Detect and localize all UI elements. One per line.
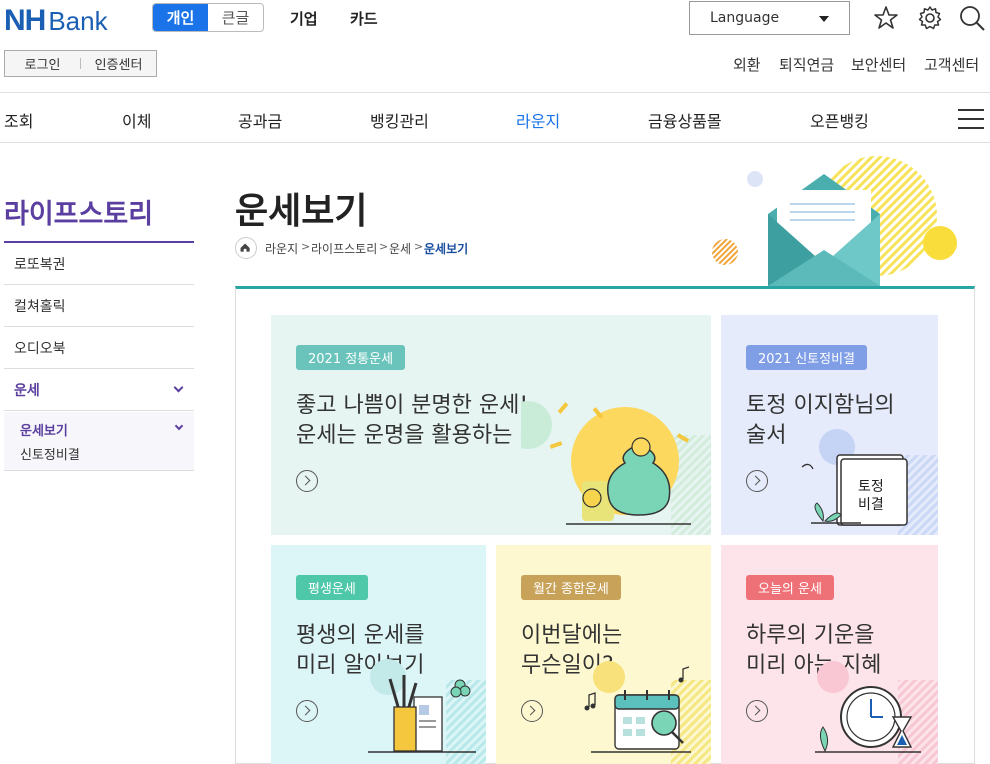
envelope-illustration <box>712 156 957 286</box>
language-select[interactable]: Language <box>689 1 850 35</box>
nav-inquiry[interactable]: 조회 <box>4 108 33 132</box>
sidebar-subitem-tojeong[interactable]: 신토정비결 <box>20 444 80 463</box>
sidebar-item-fortune[interactable]: 운세 <box>4 369 194 411</box>
login-button[interactable]: 로그인 <box>5 54 80 73</box>
sidebar-subitem-fortune-view[interactable]: 운세보기 <box>20 420 68 439</box>
book-title-line2: 비결 <box>858 497 884 513</box>
sidebar-submenu: 운세보기 신토정비결 <box>4 412 194 471</box>
sidebar-title: 라이프스토리 <box>4 199 154 230</box>
util-link-customer[interactable]: 고객센터 <box>924 54 979 75</box>
breadcrumb-separator: > <box>301 240 311 253</box>
card-tag: 2021 신토정비결 <box>746 345 868 370</box>
card-tag: 2021 정통운세 <box>296 345 406 370</box>
card-headline: 토정 이지함님의 <box>746 393 895 418</box>
language-label: Language <box>710 10 780 26</box>
breadcrumb-lounge[interactable]: 라운지 <box>265 240 298 257</box>
search-icon[interactable] <box>958 4 986 32</box>
arrow-right-icon[interactable] <box>296 470 318 492</box>
menu-icon[interactable] <box>958 109 984 129</box>
util-link-forex[interactable]: 외환 <box>733 54 761 75</box>
nav-products[interactable]: 금융상품몰 <box>648 108 722 132</box>
card-headline: 이번달에는 <box>521 623 623 648</box>
gear-icon[interactable] <box>916 4 944 32</box>
arrow-right-icon[interactable] <box>746 700 768 722</box>
cert-center-button[interactable]: 인증센터 <box>81 54 156 73</box>
card-headline: 하루의 기운을 <box>746 623 875 648</box>
card-today-fortune[interactable]: 오늘의 운세 하루의 기운을 미리 아는 지혜 <box>721 545 938 764</box>
nh-bank-logo[interactable]: NH Bank <box>4 4 108 38</box>
home-icon <box>240 243 250 252</box>
logo-nh-text: NH <box>4 4 46 37</box>
card-monthly-fortune[interactable]: 월간 종합운세 이번달에는 무슨일이? <box>496 545 711 764</box>
nav-open-banking[interactable]: 오픈뱅킹 <box>810 108 869 132</box>
card-headline: 좋고 나쁨이 분명한 운세! <box>296 393 529 418</box>
card-headline: 술서 <box>746 423 787 448</box>
card-headline: 운세는 운명을 활용하는 것 <box>296 423 540 448</box>
card-tag: 평생운세 <box>296 575 368 600</box>
card-tag: 오늘의 운세 <box>746 575 834 600</box>
star-icon[interactable] <box>872 4 900 32</box>
pencil-cup-illustration <box>368 659 486 764</box>
page-title: 운세보기 <box>235 191 368 232</box>
chevron-down-icon[interactable] <box>174 421 184 431</box>
arrow-right-icon[interactable] <box>746 470 768 492</box>
sidebar-item-label: 오디오북 <box>14 340 66 357</box>
caret-down-icon <box>819 16 829 22</box>
book-title-line1: 토정 <box>858 479 884 495</box>
sidebar-item-lotto[interactable]: 로또복권 <box>4 243 194 285</box>
nav-banking-mgmt[interactable]: 뱅킹관리 <box>370 108 429 132</box>
util-link-security[interactable]: 보안센터 <box>851 54 906 75</box>
util-link-pension[interactable]: 퇴직연금 <box>779 54 834 75</box>
sidebar-item-label: 운세 <box>14 382 40 399</box>
link-business[interactable]: 기업 <box>290 8 318 29</box>
segment-personal[interactable]: 개인 <box>153 4 208 31</box>
breadcrumb-current: 운세보기 <box>424 242 469 256</box>
breadcrumb-separator: > <box>379 240 389 253</box>
chevron-down-icon <box>173 382 184 393</box>
arrow-right-icon[interactable] <box>521 700 543 722</box>
nav-transfer[interactable]: 이체 <box>122 108 151 132</box>
audience-toggle: 개인 큰글 <box>152 3 264 32</box>
breadcrumb-lifestory[interactable]: 라이프스토리 <box>311 240 377 257</box>
link-card[interactable]: 카드 <box>350 8 378 29</box>
card-lifetime-fortune[interactable]: 평생운세 평생의 운세를 미리 알아보기 <box>271 545 486 764</box>
home-button[interactable] <box>235 237 257 259</box>
card-tojeong-bigyeol[interactable]: 2021 신토정비결 토정 이지함님의 술서 토정 비결 <box>721 315 938 535</box>
book-title-label: 토정 비결 <box>858 478 884 514</box>
nav-utility-bills[interactable]: 공과금 <box>238 108 282 132</box>
sidebar-item-label: 로또복권 <box>14 256 66 273</box>
nav-lounge[interactable]: 라운지 <box>516 108 560 132</box>
clock-illustration <box>815 661 938 764</box>
auth-bar: 로그인 인증센터 <box>4 50 157 77</box>
calendar-illustration <box>584 661 711 764</box>
logo-bank-text: Bank <box>48 6 108 36</box>
breadcrumb-fortune[interactable]: 운세 <box>389 240 411 257</box>
card-headline: 평생의 운세를 <box>296 623 425 648</box>
card-traditional-fortune[interactable]: 2021 정통운세 좋고 나쁨이 분명한 운세! 운세는 운명을 활용하는 것 <box>271 315 711 535</box>
breadcrumb-separator: > <box>414 240 424 253</box>
card-tag: 월간 종합운세 <box>521 575 621 600</box>
segment-large-text[interactable]: 큰글 <box>208 4 263 31</box>
sidebar-item-label: 컬쳐홀릭 <box>14 298 66 315</box>
arrow-right-icon[interactable] <box>296 700 318 722</box>
money-bag-illustration <box>521 401 711 535</box>
main-nav: 조회 이체 공과금 뱅킹관리 라운지 금융상품몰 오픈뱅킹 <box>0 92 990 143</box>
sidebar-item-culture[interactable]: 컬쳐홀릭 <box>4 285 194 327</box>
top-bar: NH Bank 개인 큰글 기업 카드 Language <box>0 0 990 40</box>
sidebar-item-audiobook[interactable]: 오디오북 <box>4 327 194 369</box>
